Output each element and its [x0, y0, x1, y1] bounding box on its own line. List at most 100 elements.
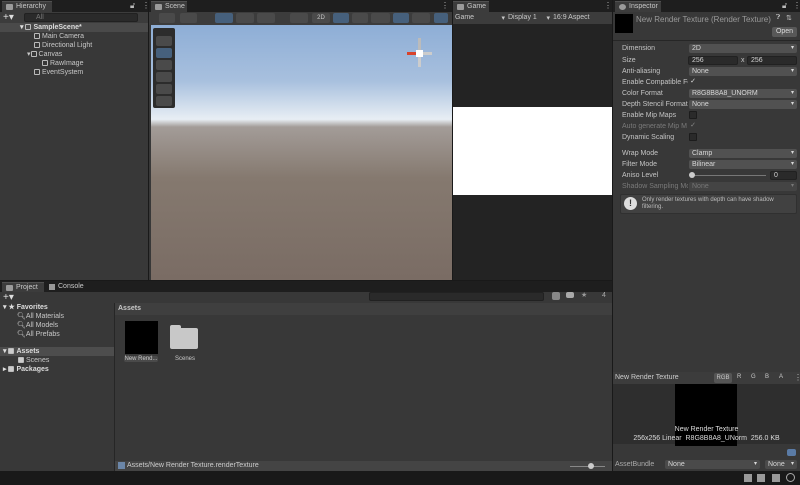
asset-label: Scenes: [174, 356, 195, 362]
filter-type-icon[interactable]: [552, 292, 560, 300]
favorite-item[interactable]: 🔍︎All Materials: [17, 312, 64, 321]
favorite-item[interactable]: 🔍︎All Prefabs: [17, 330, 60, 339]
dynamic-scaling-checkbox[interactable]: [689, 133, 697, 141]
icon-size-handle[interactable]: [588, 463, 594, 469]
lock-icon[interactable]: 🔓︎: [130, 1, 135, 11]
assets-folder[interactable]: ▾ Assets: [0, 347, 114, 356]
cache-icon[interactable]: [744, 474, 752, 482]
rotate-tool[interactable]: [156, 60, 172, 70]
favorite-icon[interactable]: ★: [581, 291, 587, 299]
rect-tool[interactable]: [156, 84, 172, 94]
camera-button[interactable]: [412, 13, 430, 23]
move-tool[interactable]: [156, 48, 172, 58]
add-button[interactable]: +▾: [3, 12, 14, 23]
scenes-folder[interactable]: Scenes: [18, 356, 49, 365]
tab-scene[interactable]: Scene: [151, 1, 187, 12]
aniso-slider-handle[interactable]: [689, 172, 695, 178]
scale-tool[interactable]: [156, 72, 172, 82]
scene-gizmo[interactable]: [405, 38, 433, 72]
hierarchy-item[interactable]: Directional Light: [34, 41, 92, 50]
draw-mode-button[interactable]: [159, 13, 175, 23]
aniso-input[interactable]: 0: [770, 171, 797, 180]
check-icon[interactable]: [786, 473, 795, 482]
gamepad-icon: [457, 4, 464, 10]
hierarchy-search[interactable]: All: [24, 13, 138, 22]
preview-info: 256x256 Linear R8G8B8A8_UNorm 256.0 KB: [633, 435, 780, 442]
menu-icon[interactable]: ⋮: [794, 373, 800, 382]
tools-overlay: [153, 28, 175, 108]
gizmo-globe-button[interactable]: [180, 13, 197, 23]
hierarchy-item[interactable]: Main Camera: [34, 32, 84, 41]
channel-a[interactable]: A: [779, 374, 783, 380]
label-icon[interactable]: [787, 449, 796, 456]
mip-maps-checkbox[interactable]: [689, 111, 697, 119]
transform-tool[interactable]: [156, 96, 172, 106]
lock-icon[interactable]: 🔓︎: [782, 1, 787, 11]
asset-label: New Rend...: [124, 356, 158, 362]
channel-r[interactable]: R: [737, 374, 741, 380]
channel-rgb[interactable]: RGB: [714, 373, 732, 383]
dimension-dropdown[interactable]: 2D: [689, 44, 797, 53]
hierarchy-item[interactable]: EventSystem: [34, 68, 83, 77]
wrap-label: Wrap Mode: [622, 150, 659, 157]
hidden-packages-icon[interactable]: 4: [594, 292, 606, 299]
packages-folder[interactable]: ▸ Packages: [3, 365, 49, 374]
tab-game[interactable]: Game: [453, 1, 489, 12]
size-height-input[interactable]: 256: [747, 56, 797, 65]
increment-button[interactable]: [257, 13, 275, 23]
shading-button[interactable]: [290, 13, 308, 23]
bug-icon[interactable]: [772, 474, 780, 482]
menu-icon[interactable]: ⋮: [441, 1, 449, 10]
size-width-input[interactable]: 256: [688, 56, 738, 65]
gizmos-button[interactable]: [434, 13, 448, 23]
collab-icon[interactable]: [757, 474, 765, 482]
menu-icon[interactable]: ⋮: [793, 1, 800, 10]
gameobject-icon: [34, 42, 40, 48]
snap-button[interactable]: [236, 13, 254, 23]
asset-scenes-folder[interactable]: Scenes: [168, 321, 202, 366]
favorites-folder[interactable]: ▾ ★ Favorites: [3, 303, 48, 312]
scene-row[interactable]: ▾ SampleScene*: [0, 23, 148, 32]
compatible-format-checkbox[interactable]: ✓: [689, 78, 697, 86]
asset-render-texture[interactable]: New Rend...: [124, 321, 158, 366]
project-search[interactable]: [369, 292, 544, 301]
hidden-objects-toggle[interactable]: [393, 13, 409, 23]
help-icon[interactable]: ❓︎: [776, 14, 780, 22]
tab-inspector[interactable]: Inspector: [615, 1, 661, 12]
assetbundle-dropdown[interactable]: None: [665, 460, 760, 469]
filter-label-icon[interactable]: [566, 292, 574, 298]
splitter[interactable]: [114, 303, 115, 471]
depth-stencil-dropdown[interactable]: None: [689, 100, 797, 109]
hierarchy-item[interactable]: ▾ Canvas: [27, 50, 62, 59]
color-format-dropdown[interactable]: R8G8B8A8_UNORM: [689, 89, 797, 98]
display-dropdown[interactable]: Display 1 ▾: [508, 14, 550, 22]
wrap-mode-dropdown[interactable]: Clamp: [689, 149, 797, 158]
preset-icon[interactable]: ⇅: [786, 14, 792, 22]
audio-toggle[interactable]: [352, 13, 368, 23]
anti-aliasing-dropdown[interactable]: None: [689, 67, 797, 76]
variant-dropdown[interactable]: None: [765, 460, 797, 469]
filter-mode-dropdown[interactable]: Bilinear: [689, 160, 797, 169]
favorite-item[interactable]: 🔍︎All Models: [17, 321, 58, 330]
2d-toggle[interactable]: 2D: [312, 13, 330, 23]
preview-header: New Render Texture RGB R G B A ⋮: [613, 372, 800, 384]
aniso-slider-track[interactable]: [691, 175, 766, 176]
hierarchy-item[interactable]: RawImage: [42, 59, 83, 68]
open-button[interactable]: Open: [772, 27, 797, 37]
aspect-dropdown[interactable]: 16:9 Aspect: [553, 14, 590, 21]
channel-b[interactable]: B: [765, 374, 769, 380]
effects-button[interactable]: [371, 13, 390, 23]
tab-project[interactable]: Project: [2, 282, 44, 292]
lighting-toggle[interactable]: [333, 13, 349, 23]
scene-panel: Scene ⋮ 2D: [149, 0, 452, 280]
menu-icon[interactable]: ⋮: [604, 1, 612, 10]
warning-icon: !: [624, 197, 637, 210]
game-mode-dropdown[interactable]: Game ▾: [455, 14, 505, 22]
add-asset-button[interactable]: +▾: [3, 292, 14, 303]
tab-console[interactable]: Console: [49, 283, 84, 290]
channel-g[interactable]: G: [751, 374, 756, 380]
hierarchy-panel: Hierarchy 🔓︎ ⋮ +▾ All ▾ SampleScene* Mai…: [0, 0, 150, 280]
tab-hierarchy[interactable]: Hierarchy: [2, 1, 52, 12]
hand-tool[interactable]: [156, 36, 172, 46]
grid-button[interactable]: [215, 13, 233, 23]
